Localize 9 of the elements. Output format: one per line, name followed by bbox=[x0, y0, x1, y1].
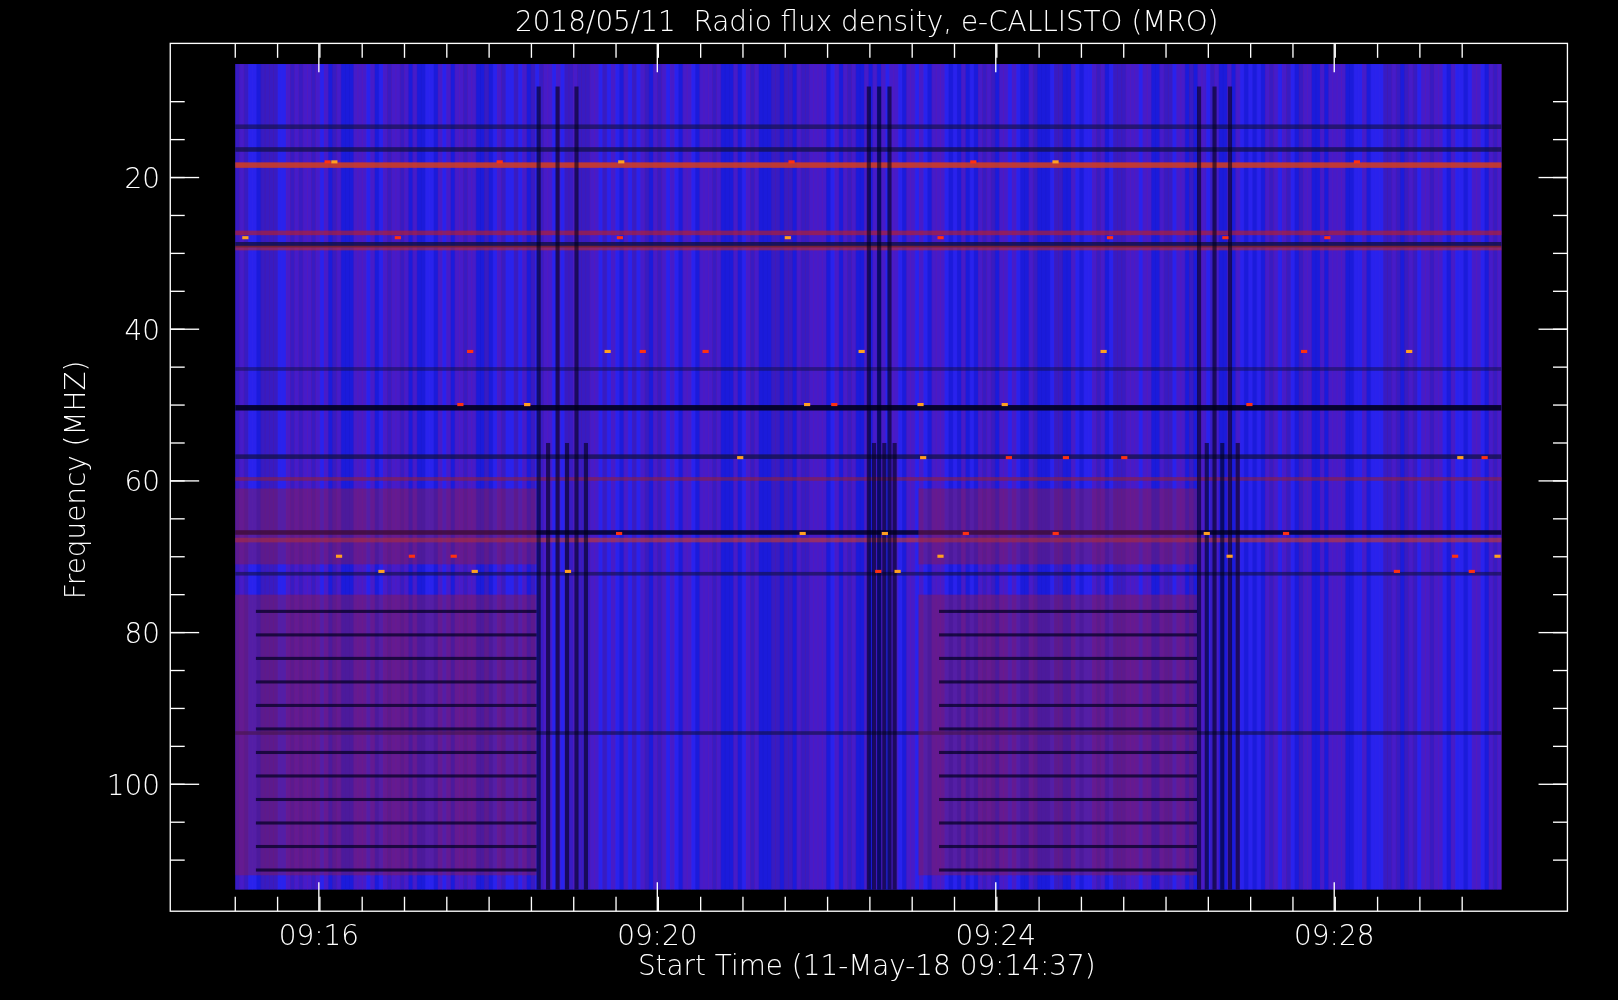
y-tick-label: 80 bbox=[124, 616, 160, 650]
x-tick-label: 09:28 bbox=[1294, 919, 1375, 953]
y-tick-label: 40 bbox=[124, 313, 160, 347]
y-axis-title: Frequency (MHZ) bbox=[58, 360, 92, 600]
y-tick-label: 20 bbox=[124, 161, 160, 195]
y-tick-label: 60 bbox=[124, 465, 160, 499]
chart-title: 2018/05/11 Radio flux density, e-CALLISTO (MRO) bbox=[515, 5, 1219, 38]
x-tick-label: 09:16 bbox=[278, 919, 359, 953]
y-tick-label: 100 bbox=[106, 768, 160, 802]
